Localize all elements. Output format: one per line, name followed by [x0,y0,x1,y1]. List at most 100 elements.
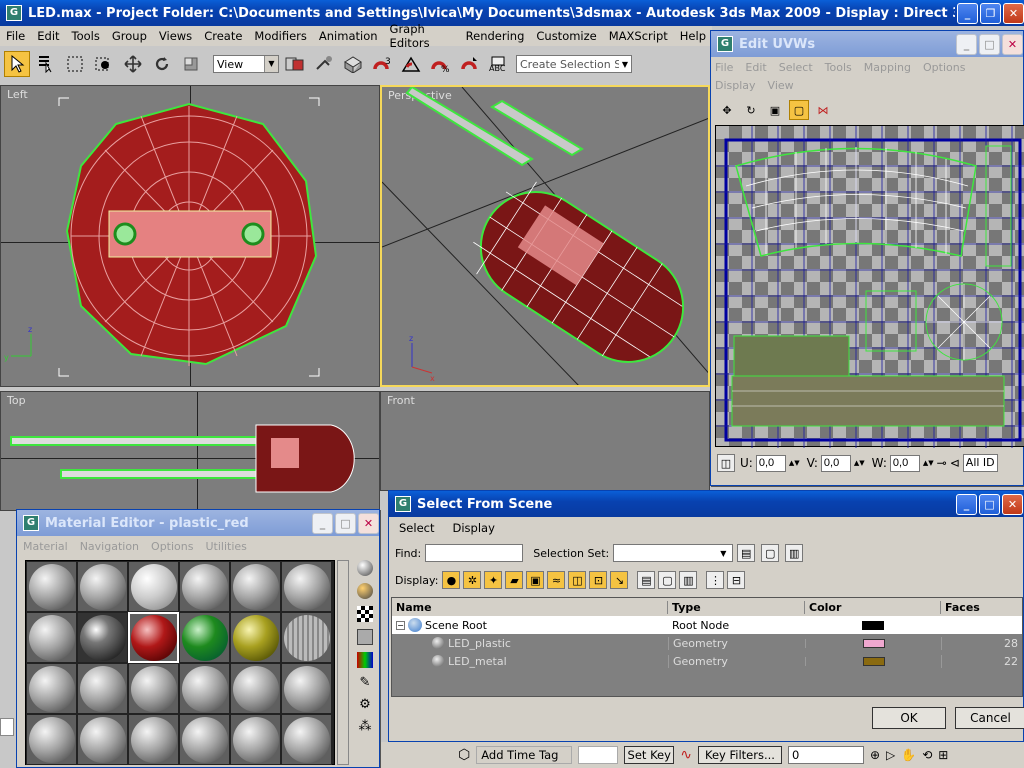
viewport-perspective[interactable]: Perspective zx [380,85,710,387]
w-spinner-icon[interactable]: ▲▼ [923,459,934,467]
viewport-left[interactable]: Left zy [0,85,380,387]
sample-slot[interactable] [230,612,281,663]
sample-slot[interactable] [26,561,77,612]
sample-slot[interactable] [128,561,179,612]
uvw-scale-icon[interactable]: ▣ [765,100,785,120]
display-groups-icon[interactable]: ◫ [568,571,587,589]
menu-views[interactable]: Views [153,29,198,43]
select-arrow-icon[interactable] [4,51,30,77]
mat-maximize-button[interactable]: □ [335,512,356,534]
menu-file[interactable]: File [0,29,31,43]
rotate-icon[interactable] [149,51,175,77]
v-spinner-icon[interactable]: ▲▼ [854,459,865,467]
maximize-viewport-icon[interactable]: ⊞ [938,748,948,762]
menu-graph-editors[interactable]: Graph Editors [384,22,460,50]
sample-slot[interactable] [230,663,281,714]
lock-selection-icon[interactable]: ⊸ [937,456,947,470]
sample-slot[interactable] [77,561,128,612]
u-spinner-icon[interactable]: ▲▼ [789,459,800,467]
selection-set-dropdown[interactable]: ▼ [613,544,734,562]
display-cameras-icon[interactable]: ▰ [505,571,524,589]
display-all-icon[interactable]: ▤ [637,571,656,589]
menu-maxscript[interactable]: MAXScript [603,29,674,43]
viewport-top[interactable]: Top [0,391,380,511]
reference-coord-select[interactable]: View ▼ [213,55,279,73]
angle-snap-icon[interactable] [398,51,424,77]
uvw-mirror-icon[interactable]: ⋈ [813,100,833,120]
mat-close-button[interactable]: ✕ [358,512,379,534]
u-field[interactable] [755,454,786,472]
menu-create[interactable]: Create [198,29,248,43]
uvw-menu-display[interactable]: Display [715,77,756,95]
column-header-name[interactable]: Name [392,600,668,614]
display-spacewarps-icon[interactable]: ≈ [547,571,566,589]
orbit-icon[interactable]: ⟲ [922,748,932,762]
column-header-color[interactable]: Color [805,600,941,614]
uvw-maximize-button[interactable]: □ [979,33,1000,55]
find-input[interactable] [425,544,524,562]
table-row[interactable]: − Scene Root Root Node [392,616,1022,634]
sample-slot[interactable] [179,561,230,612]
display-dependents-icon[interactable]: ⊟ [727,571,746,589]
w-field[interactable] [889,454,920,472]
menu-tools[interactable]: Tools [66,29,106,43]
frame-field[interactable]: 0 [787,746,864,764]
uvw-move-icon[interactable]: ✥ [717,100,737,120]
display-geometry-icon[interactable]: ● [442,571,461,589]
v-field[interactable] [820,454,851,472]
mat-menu-navigation[interactable]: Navigation [80,540,139,553]
uvw-menu-edit[interactable]: Edit [745,59,766,77]
column-header-faces[interactable]: Faces [941,601,1022,614]
uvw-editor-canvas[interactable] [715,125,1024,448]
create-selection-set-field[interactable]: Create Selection Set ▼ [516,55,632,73]
spinner-snap-icon[interactable] [456,51,482,77]
sample-slot[interactable] [179,663,230,714]
percent-snap-icon[interactable]: % [427,51,453,77]
keyboard-shortcut-icon[interactable] [340,51,366,77]
maxscript-listener-field[interactable] [0,718,14,736]
menu-rendering[interactable]: Rendering [460,29,531,43]
table-row[interactable]: LED_plastic Geometry 28 [392,634,1022,652]
video-color-check-icon[interactable] [357,652,373,668]
window-crossing-icon[interactable] [91,51,117,77]
sample-slot[interactable] [230,561,281,612]
uvw-freeform-icon[interactable]: ▢ [789,100,809,120]
menu-customize[interactable]: Customize [530,29,602,43]
uvw-absolute-mode-icon[interactable]: ◫ [717,454,735,472]
display-hierarchy-icon[interactable]: ⋮ [706,571,725,589]
sfs-close-button[interactable]: ✕ [1002,493,1023,515]
sample-slot[interactable] [281,612,332,663]
sample-slot[interactable] [128,714,179,765]
uvw-menu-mapping[interactable]: Mapping [864,59,911,77]
viewport-front[interactable]: Front [380,391,710,491]
display-helpers-icon[interactable]: ▣ [526,571,545,589]
sample-slot[interactable] [281,714,332,765]
menu-edit[interactable]: Edit [31,29,65,43]
mat-menu-material[interactable]: Material [23,540,68,553]
uvw-menu-tools[interactable]: Tools [825,59,852,77]
mat-minimize-button[interactable]: _ [312,512,333,534]
display-lights-icon[interactable]: ✦ [484,571,503,589]
sample-slot[interactable] [26,612,77,663]
uvw-rotate-icon[interactable]: ↻ [741,100,761,120]
sample-slot[interactable] [281,561,332,612]
sample-slot[interactable] [26,714,77,765]
select-by-material-icon[interactable]: ⁂ [359,719,372,734]
all-ids-dropdown[interactable]: All ID [962,454,998,472]
rect-selection-icon[interactable] [62,51,88,77]
uvw-menu-options[interactable]: Options [923,59,965,77]
table-row[interactable]: LED_metal Geometry 22 [392,652,1022,670]
display-shapes-icon[interactable]: ✲ [463,571,482,589]
manipulate-icon[interactable] [311,51,337,77]
move-icon[interactable] [120,51,146,77]
select-invert-icon[interactable]: ▥ [785,544,804,562]
sample-slot[interactable] [77,714,128,765]
add-time-tag-field[interactable]: Add Time Tag [476,746,573,764]
edit-named-selection-icon[interactable]: ABC [485,51,511,77]
uvw-menu-file[interactable]: File [715,59,733,77]
scale-icon[interactable] [178,51,204,77]
select-by-name-icon[interactable] [33,51,59,77]
select-none-icon[interactable]: ▢ [761,544,780,562]
pivot-center-icon[interactable] [282,51,308,77]
paint-select-icon[interactable]: ⊲ [950,456,960,470]
